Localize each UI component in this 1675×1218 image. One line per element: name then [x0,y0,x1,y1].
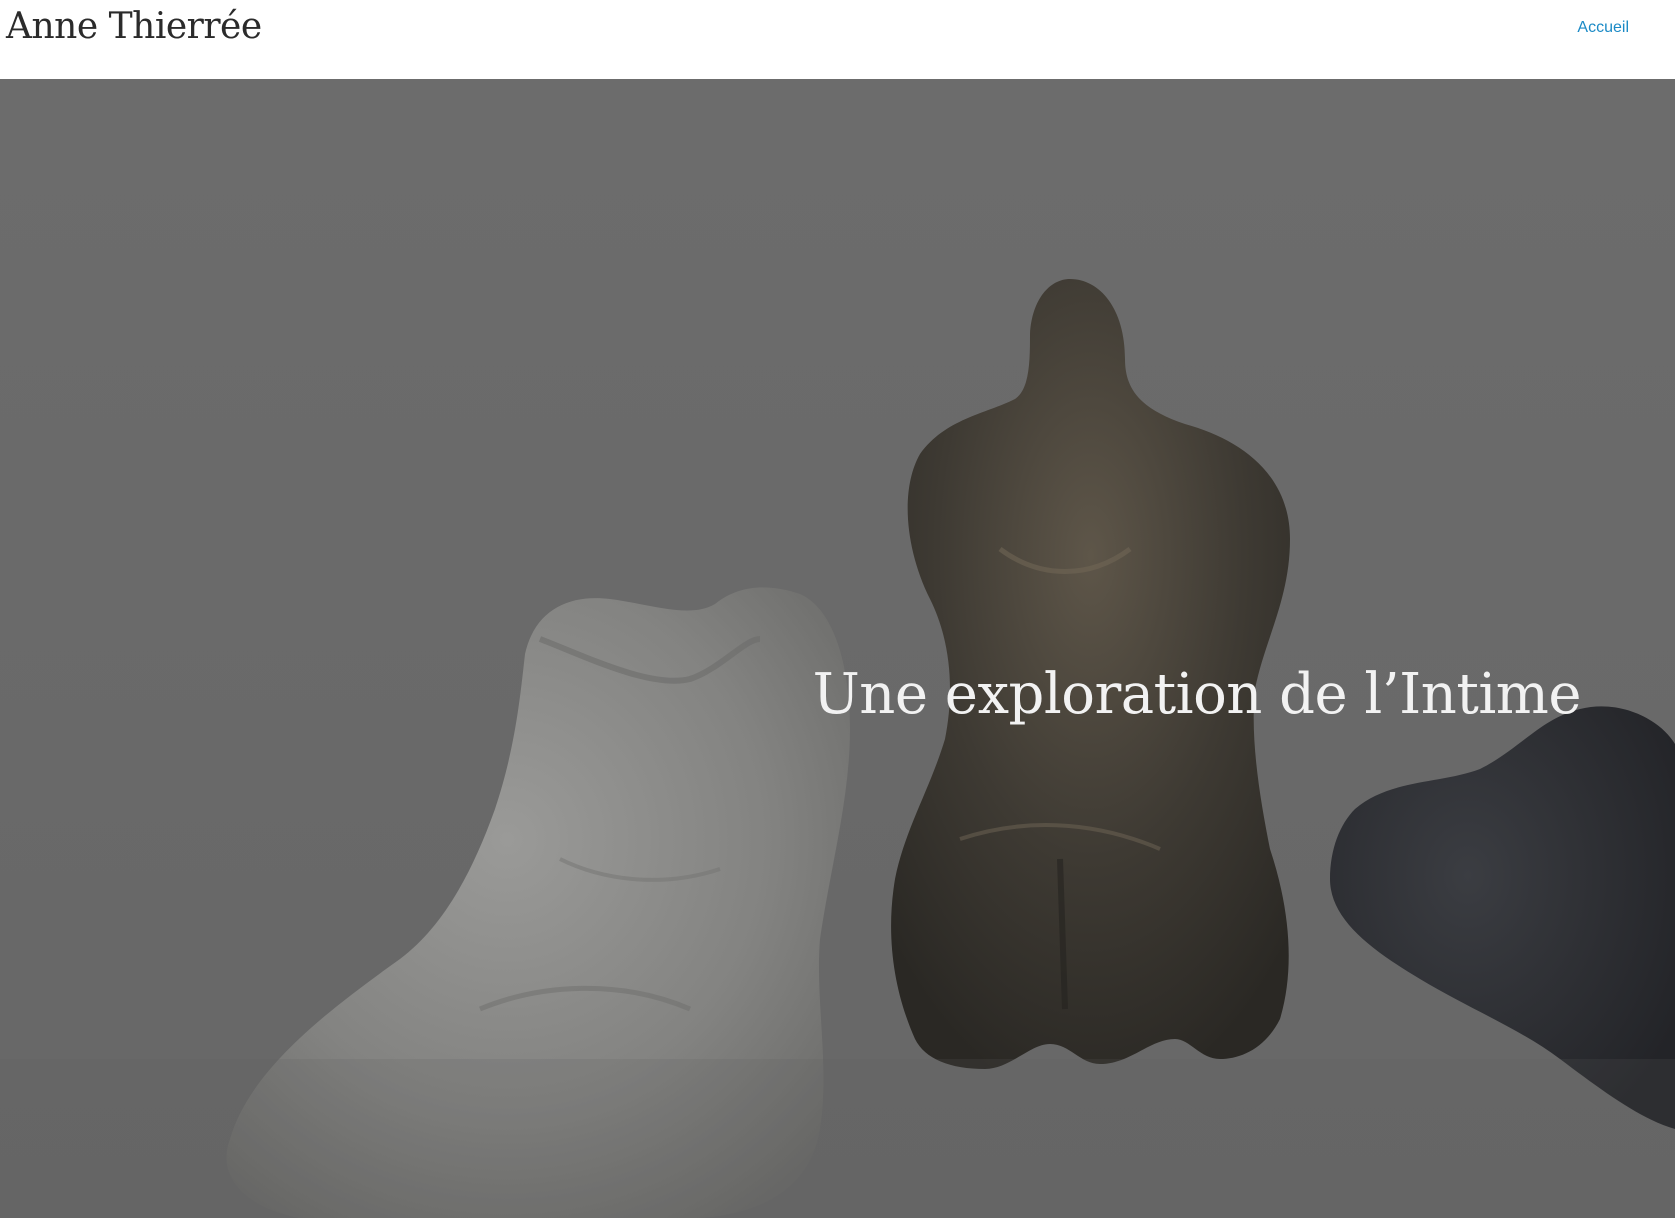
site-title-link[interactable]: Anne Thierrée [6,6,262,47]
hero-image [0,79,1675,1218]
nav-link-accueil[interactable]: Accueil [1577,19,1629,36]
hero-title: Une exploration de l’Intime [812,662,1582,727]
main-nav: Accueil [1577,19,1629,37]
hero-section: Une exploration de l’Intime [0,79,1675,1218]
site-header: Anne Thierrée Accueil [0,0,1675,79]
